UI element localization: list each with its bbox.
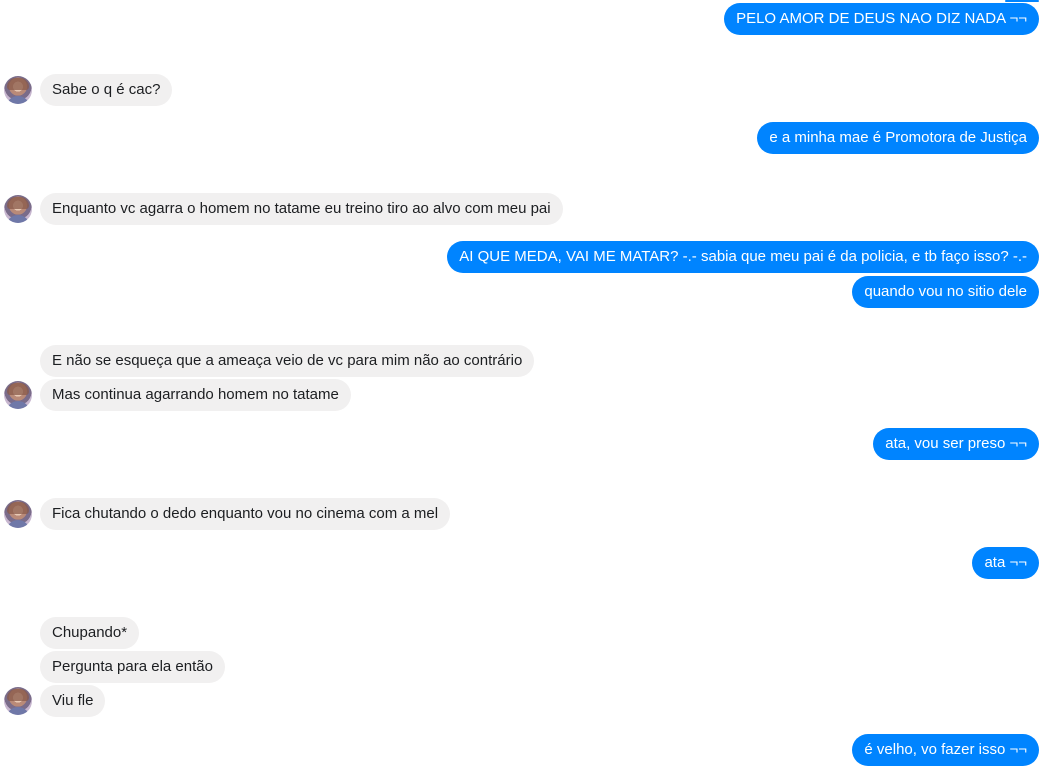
received-message[interactable]: Sabe o q é cac? bbox=[40, 74, 173, 106]
received-message[interactable]: E não se esqueça que a ameaça veio de vc… bbox=[40, 345, 535, 377]
sent-message[interactable]: é velho, vo fazer isso ¬¬ bbox=[852, 734, 1039, 766]
contact-avatar-icon[interactable] bbox=[4, 687, 32, 715]
sent-message[interactable]: AI QUE MEDA, VAI ME MATAR? -.- sabia que… bbox=[447, 241, 1039, 273]
message-thread: PELO AMOR DE DEUS NAO DIZ NADA ¬¬ Sabe o… bbox=[0, 0, 1041, 774]
received-message[interactable]: Viu fle bbox=[40, 685, 106, 717]
contact-avatar-icon[interactable] bbox=[4, 76, 32, 104]
sent-message[interactable]: ata, vou ser preso ¬¬ bbox=[873, 428, 1039, 460]
sent-message[interactable]: PELO AMOR DE DEUS NAO DIZ NADA ¬¬ bbox=[724, 3, 1039, 35]
contact-avatar-icon[interactable] bbox=[4, 500, 32, 528]
sent-message[interactable]: quando vou no sitio dele bbox=[852, 276, 1039, 308]
received-message[interactable]: Chupando* bbox=[40, 617, 140, 649]
previous-message-edge bbox=[1005, 0, 1039, 2]
received-message[interactable]: Mas continua agarrando homem no tatame bbox=[40, 379, 351, 411]
contact-avatar-icon[interactable] bbox=[4, 381, 32, 409]
sent-message[interactable]: e a minha mae é Promotora de Justiça bbox=[757, 122, 1039, 154]
received-message[interactable]: Enquanto vc agarra o homem no tatame eu … bbox=[40, 193, 563, 225]
received-message[interactable]: Fica chutando o dedo enquanto vou no cin… bbox=[40, 498, 451, 530]
sent-message[interactable]: ata ¬¬ bbox=[972, 547, 1039, 579]
contact-avatar-icon[interactable] bbox=[4, 195, 32, 223]
received-message[interactable]: Pergunta para ela então bbox=[40, 651, 225, 683]
